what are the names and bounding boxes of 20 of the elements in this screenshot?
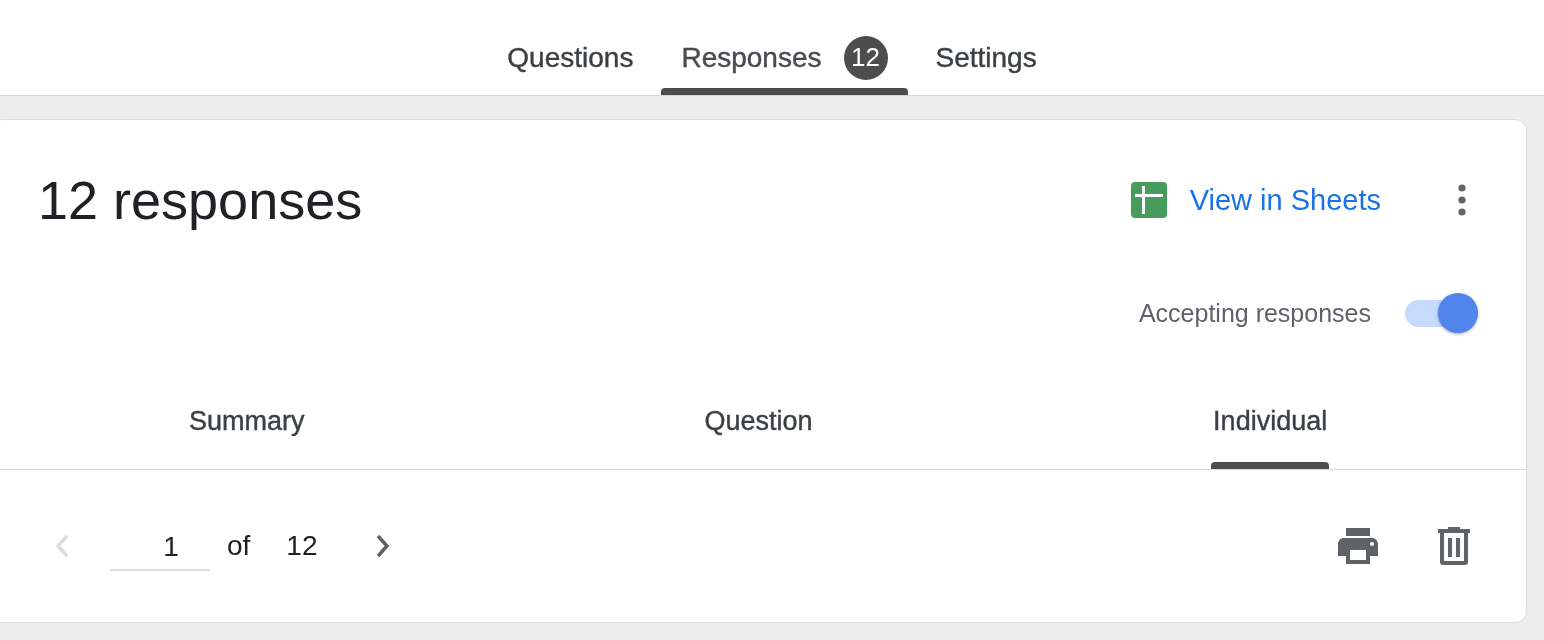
view-tab[interactable]: Question <box>502 376 1015 469</box>
form-tab[interactable]: Questions <box>487 0 654 95</box>
page-number-field[interactable]: 1 <box>110 521 210 571</box>
print-icon <box>1338 528 1378 564</box>
chevron-left-icon <box>55 534 69 558</box>
chevron-right-icon <box>375 534 390 558</box>
page-total: 12 <box>286 530 318 562</box>
accepting-responses-label: Accepting responses <box>1138 298 1371 328</box>
view-tab[interactable]: Individual <box>1014 376 1526 469</box>
responses-title: 12 responses <box>38 170 363 230</box>
view-tab[interactable]: Summary <box>0 376 503 469</box>
spreadsheet-icon <box>1130 182 1167 218</box>
count-badge: 12 <box>843 35 888 80</box>
form-tab[interactable]: Responses 12 <box>661 0 908 95</box>
page-of-label: of <box>227 530 251 562</box>
accepting-toggle[interactable] <box>1405 293 1478 333</box>
more-vert-icon <box>1458 184 1466 216</box>
form-tab[interactable]: Settings <box>915 0 1057 95</box>
trash-icon <box>1438 527 1470 565</box>
view-in-sheets-link[interactable]: View in Sheets <box>1130 182 1381 218</box>
